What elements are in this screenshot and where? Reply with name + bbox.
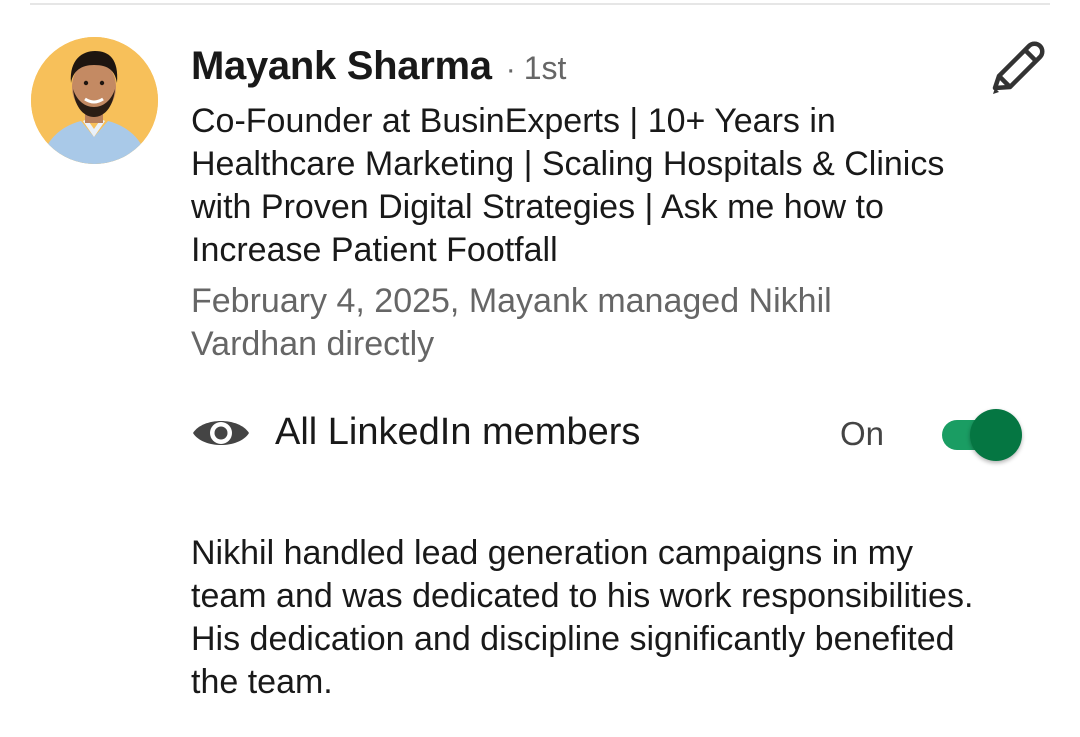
recommendation-card: Mayank Sharma · 1st Co-Founder at BusinE… (0, 0, 1080, 737)
visibility-setting: All LinkedIn members On (191, 405, 1031, 461)
pencil-icon[interactable] (985, 40, 1047, 100)
toggle-knob (970, 409, 1022, 461)
recommendation-text: Nikhil handled lead generation campaigns… (191, 534, 974, 701)
toggle-state-text: On (840, 415, 885, 452)
top-divider (30, 3, 1050, 5)
connection-degree: 1st (523, 50, 567, 86)
visibility-label: All LinkedIn members (275, 411, 641, 453)
name-row: Mayank Sharma · 1st (191, 44, 566, 89)
degree-separator: · (505, 53, 516, 86)
visibility-toggle[interactable] (940, 409, 1024, 461)
avatar[interactable] (31, 37, 158, 164)
profile-photo (31, 37, 158, 164)
recommender-headline: Co-Founder at BusinExperts | 10+ Years i… (191, 102, 945, 269)
recommender-name[interactable]: Mayank Sharma (191, 44, 492, 89)
eye-icon (191, 413, 251, 453)
relationship-text: February 4, 2025, Mayank managed Nikhil … (191, 282, 832, 363)
